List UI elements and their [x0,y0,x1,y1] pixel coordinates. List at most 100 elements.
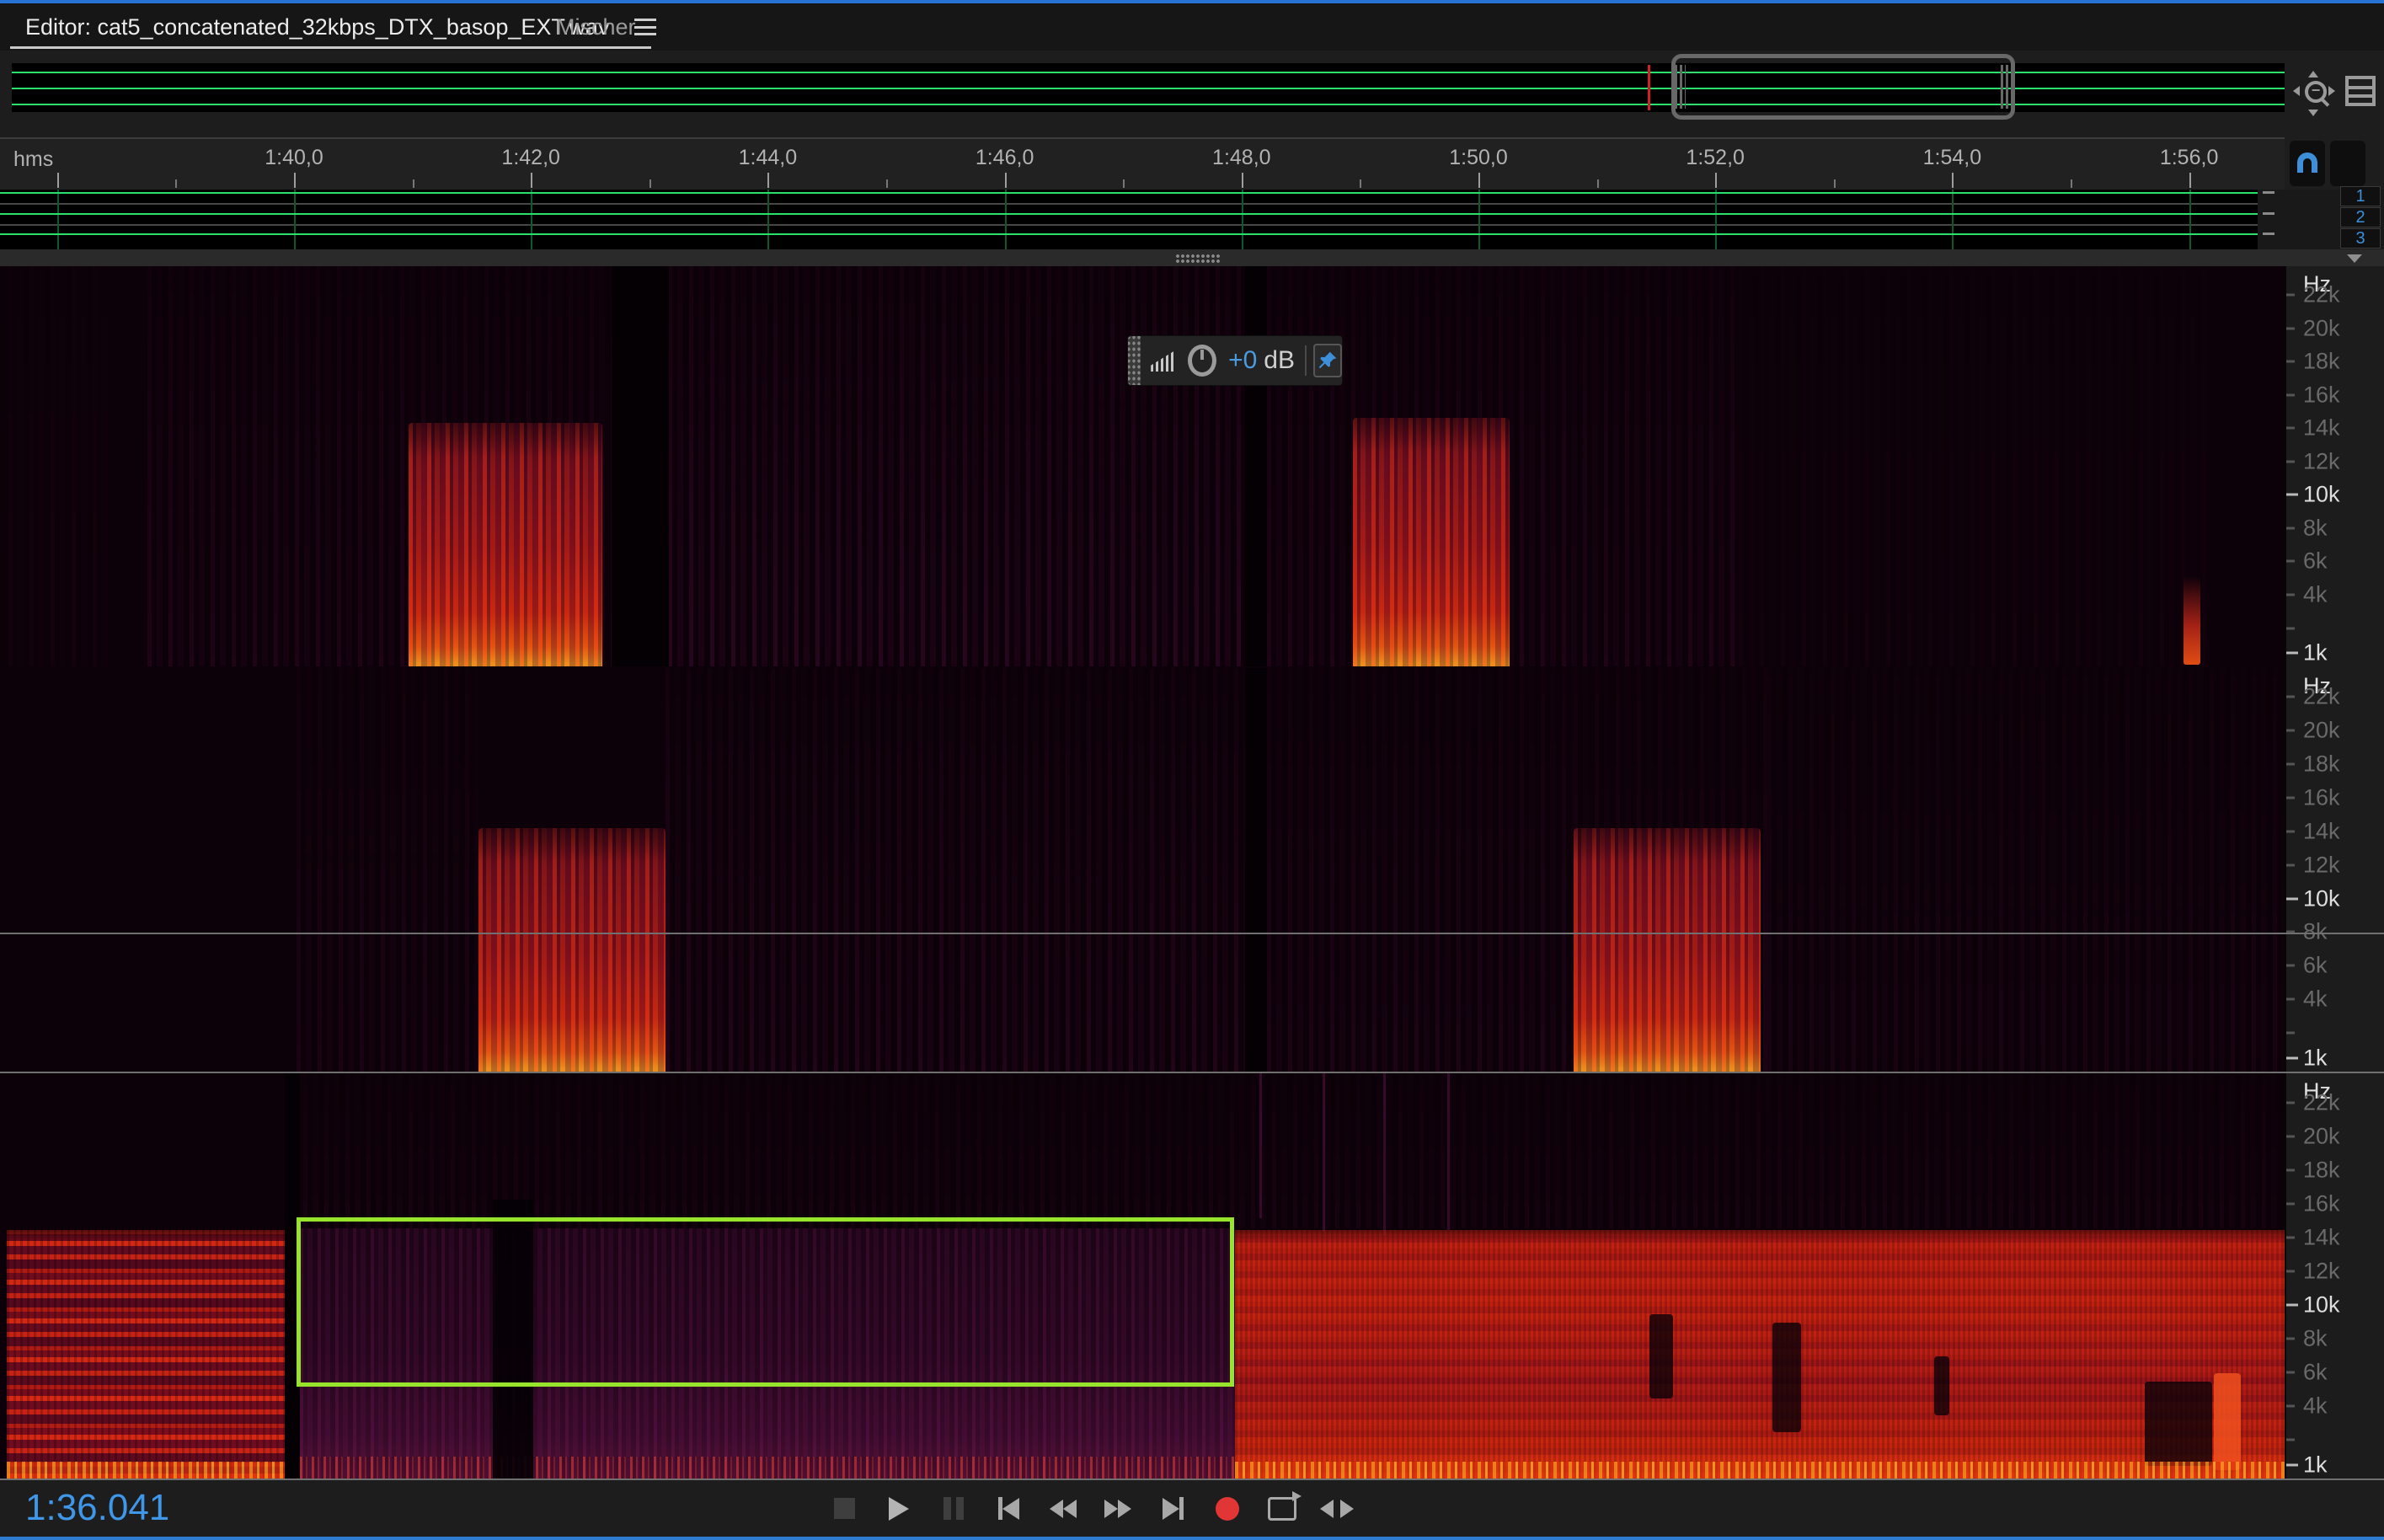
frequency-label: 22k [2303,1089,2340,1115]
play-icon [889,1497,909,1521]
hud-separator [1305,345,1307,376]
frequency-label: 1k [2303,1452,2328,1479]
play-button[interactable] [885,1495,913,1523]
frequency-tick [2286,1032,2295,1035]
frequency-tick [2286,527,2295,529]
channel-number-3[interactable]: 3 [2340,228,2381,249]
channel-tick [2263,191,2274,194]
level-bars-icon [1151,350,1176,372]
skip-to-end-button[interactable] [1158,1495,1187,1523]
pause-button[interactable] [939,1495,968,1523]
timeline-ruler[interactable]: hms 1:40,01:42,01:44,01:46,01:48,01:50,0… [0,137,2285,190]
spectrogram-channel-3[interactable] [0,1073,2285,1479]
snap-button[interactable] [2290,141,2325,186]
rewind-button[interactable] [1049,1495,1077,1523]
time-grid-line [1715,190,1717,249]
frequency-tick [2286,294,2295,297]
ruler-unit-label: hms [13,147,53,172]
ruler-tick [1242,173,1243,188]
zoom-navigate-icon[interactable]: − [2296,76,2333,110]
spectrogram-channel-1[interactable] [0,266,2285,666]
channel-number-2[interactable]: 2 [2340,207,2381,227]
panel-splitter[interactable] [0,249,2384,266]
frequency-label: 18k [2303,349,2340,375]
frequency-label: 18k [2303,1157,2340,1183]
frequency-tick [2286,797,2295,799]
record-button[interactable] [1213,1495,1242,1523]
skip-playhead-button[interactable] [1323,1495,1351,1523]
channel-number-1[interactable]: 1 [2340,186,2381,206]
stop-button[interactable] [830,1495,858,1523]
transport-bar: 1:36.041 ↕+ ↕− ↔+ [0,1480,2384,1537]
frequency-label: 20k [2303,315,2340,341]
time-grid-line [294,190,296,249]
ruler-tick [1123,179,1125,188]
frequency-tick [2286,1303,2298,1306]
track-divider[interactable] [0,933,2384,934]
frequency-label: 12k [2303,448,2340,474]
frequency-tick [2286,1135,2295,1137]
loop-playback-button[interactable] [1268,1495,1296,1523]
pause-icon [943,1497,964,1520]
frequency-label: 12k [2303,1258,2340,1284]
frequency-label: 6k [2303,953,2328,979]
frequency-scale-column: Hz22k20k18k16k14k12k10k8k6k4k1k Hz22k20k… [2285,266,2384,1480]
gain-knob[interactable] [1188,345,1216,377]
frequency-tick [2286,998,2295,1001]
marker-button[interactable] [2330,141,2365,186]
viewport-left-handle[interactable] [1675,65,1686,109]
frequency-tick [2286,627,2295,629]
spectrogram-area [0,266,2285,1480]
frequency-label: 6k [2303,548,2328,575]
frequency-tick [2286,460,2295,463]
frequency-scale-ch3: Hz22k20k18k16k14k12k10k8k6k4k1k [2286,1073,2384,1479]
frequency-label: 1k [2303,640,2328,666]
frequency-tick [2286,864,2295,866]
loud-audio-block [7,1230,285,1479]
panel-list-icon[interactable] [2345,76,2376,106]
frequency-tick [2286,1439,2295,1441]
gain-hud[interactable]: +0 dB [1127,335,1343,386]
channel-dropdown-icon[interactable] [2347,254,2362,263]
frequency-label: 10k [2303,482,2340,508]
time-grid-line [1242,190,1243,249]
ruler-tick [1478,173,1480,188]
frequency-label: 20k [2303,718,2340,744]
time-display[interactable]: 1:36.041 [25,1487,169,1529]
skip-start-icon [1002,1498,1019,1520]
frequency-label: 22k [2303,282,2340,308]
ruler-tick [2071,179,2072,188]
overview-navigator[interactable] [12,63,2285,112]
channel-separator [0,203,2258,205]
frequency-tick [2286,427,2295,430]
pin-icon [1317,350,1339,372]
loop-icon [1268,1497,1296,1521]
track-divider [0,1479,2384,1480]
frequency-tick [2286,361,2295,363]
overview-viewport-rect[interactable] [1671,54,2015,120]
ruler-tick [767,173,769,188]
stop-icon [834,1498,855,1519]
fast-forward-button[interactable] [1104,1495,1132,1523]
spectral-selection-rect[interactable] [297,1217,1234,1387]
frequency-tick [2286,494,2298,496]
ruler-time-label: 1:52,0 [1686,146,1745,170]
frequency-label: 4k [2303,987,2328,1013]
skip-to-start-button[interactable] [994,1495,1023,1523]
waveform-rows[interactable] [0,190,2258,249]
spectrogram-channel-2[interactable] [0,668,2285,1072]
frequency-tick [2286,593,2295,596]
viewport-right-handle[interactable] [2001,65,2012,109]
panel-menu-icon[interactable] [634,19,656,35]
track-divider[interactable] [0,1072,2384,1073]
pin-button[interactable] [1313,344,1342,377]
ruler-tick [1715,173,1717,188]
ruler-tick [1597,179,1599,188]
ruler-tick [1952,173,1954,188]
gain-value[interactable]: +0 [1228,346,1257,375]
ruler-tick [175,179,177,188]
ruler-tick [1360,179,1361,188]
drag-handle-icon[interactable] [1128,336,1141,385]
tab-mischer[interactable]: Mischer [556,3,636,51]
audition-editor-window: Editor: cat5_concatenated_32kbps_DTX_bas… [0,0,2384,1540]
